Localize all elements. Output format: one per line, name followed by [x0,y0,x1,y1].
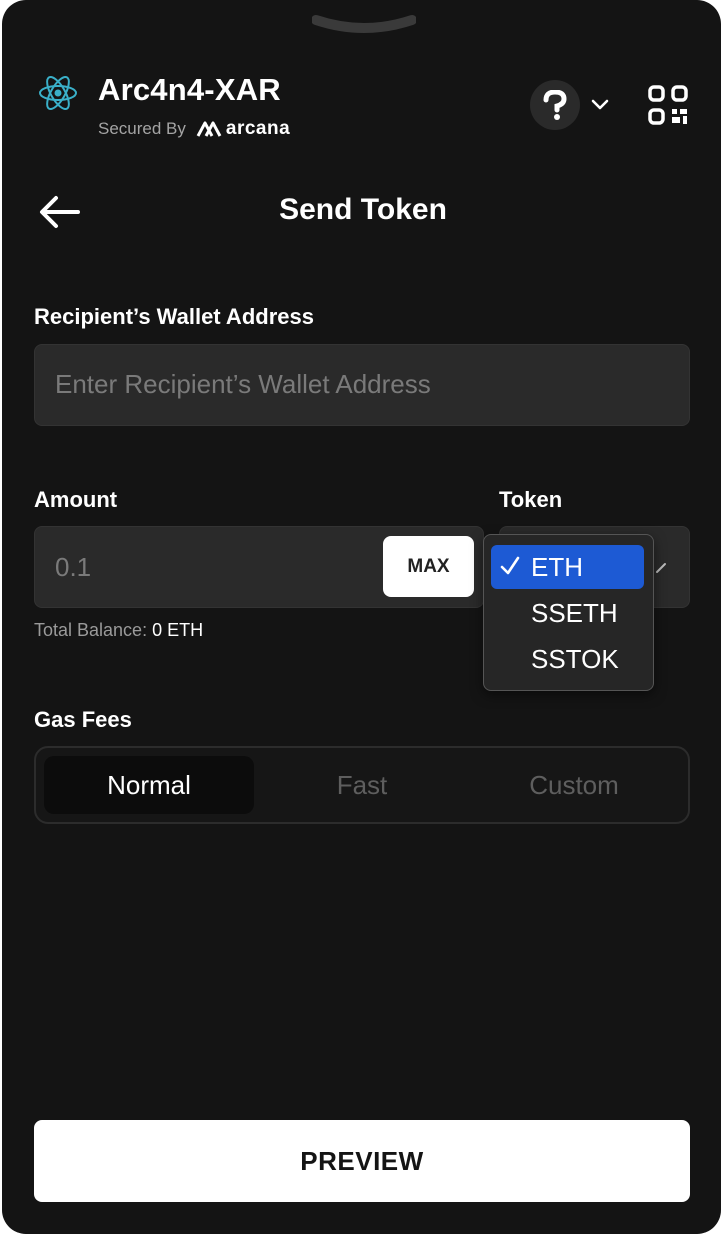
collapse-handle-icon[interactable] [312,14,416,36]
arcana-logo-icon [196,121,222,137]
token-option-label: ETH [531,551,583,582]
token-option-sseth[interactable]: SSETH [491,591,644,635]
token-option-eth[interactable]: ETH [491,545,644,589]
secured-by: Secured By arcana [98,118,290,140]
chevron-down-icon[interactable] [590,94,610,114]
token-label: Token [499,487,563,512]
amount-value: 0.1 [55,552,92,582]
token-dropdown-menu: ETH SSETH SSTOK [483,534,654,691]
checkmark-icon [500,556,520,575]
arcana-brand-label: arcana [225,118,291,139]
recipient-address-input[interactable]: Enter Recipient’s Wallet Address [34,344,690,426]
token-select-caret-icon [656,563,666,573]
app-name: Arc4n4-XAR [98,72,281,107]
help-button[interactable] [530,80,580,130]
preview-button[interactable]: PREVIEW [34,1120,690,1202]
recipient-placeholder: Enter Recipient’s Wallet Address [55,369,431,399]
gas-option-fast[interactable]: Fast [257,756,467,814]
total-balance: Total Balance: 0 ETH [34,620,203,641]
page-title: Send Token [279,193,447,226]
token-option-sstok[interactable]: SSTOK [491,637,644,681]
token-option-label: SSTOK [531,643,619,674]
gas-option-custom[interactable]: Custom [469,756,679,814]
amount-label: Amount [34,487,118,512]
app-logo-icon [39,76,77,110]
gas-fees-selector: Normal Fast Custom [34,746,690,824]
recipient-label: Recipient’s Wallet Address [34,304,314,329]
secured-by-label: Secured By [98,119,186,138]
balance-label: Total Balance: [34,620,148,640]
gas-fees-label: Gas Fees [34,707,132,732]
qr-code-icon[interactable] [647,84,689,126]
balance-value: 0 ETH [152,620,204,640]
max-button[interactable]: MAX [383,536,474,597]
wallet-panel: Arc4n4-XAR Secured By arcana Send Token … [2,0,721,1234]
question-mark-icon [543,90,567,120]
token-option-label: SSETH [531,597,618,628]
arcana-brand: arcana [196,118,290,140]
gas-option-normal[interactable]: Normal [44,756,254,814]
